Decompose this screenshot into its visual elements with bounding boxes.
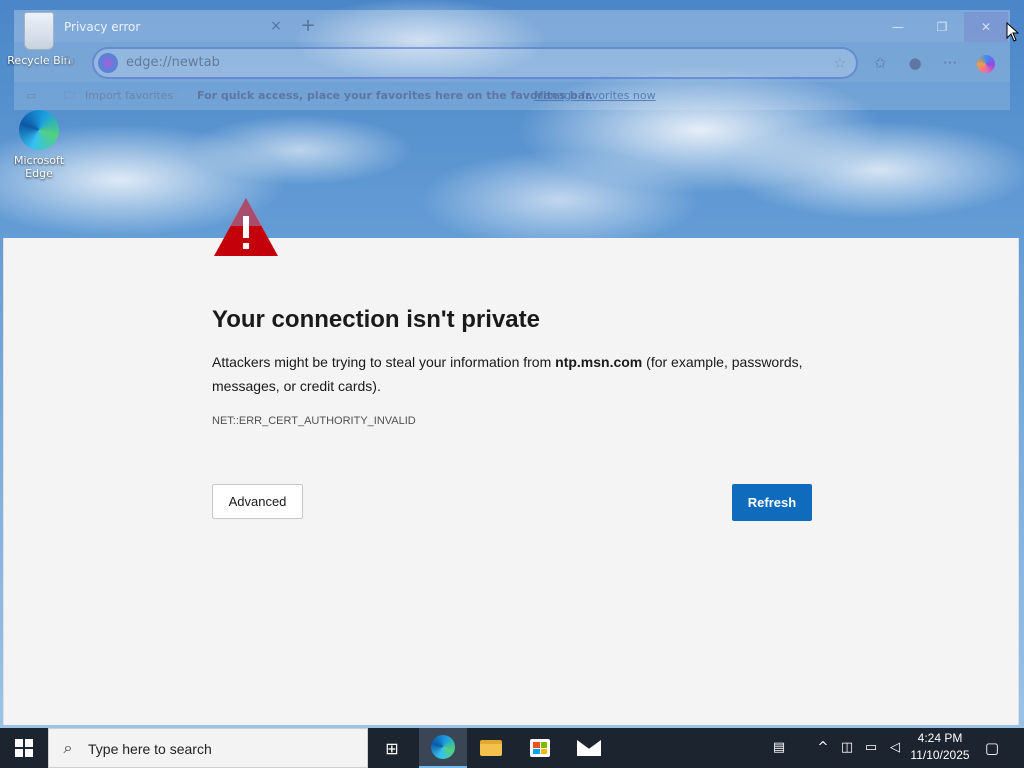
search-icon: ⌕ bbox=[63, 738, 73, 757]
meet-now-icon[interactable]: ◫ bbox=[836, 738, 858, 758]
notification-center-icon[interactable]: ▢ bbox=[980, 738, 1004, 758]
profile-icon[interactable]: ● bbox=[903, 52, 927, 74]
close-window-button[interactable]: ✕ bbox=[964, 12, 1008, 42]
tab-close-icon[interactable]: × bbox=[268, 18, 284, 34]
windows-start-icon bbox=[15, 739, 33, 757]
warning-triangle-icon bbox=[214, 198, 278, 256]
more-options-icon[interactable]: ··· bbox=[938, 52, 962, 74]
error-description: Attackers might be trying to steal your … bbox=[212, 350, 812, 398]
network-icon[interactable]: ▭ bbox=[860, 738, 882, 758]
refresh-button[interactable]: Refresh bbox=[732, 484, 812, 521]
mouse-cursor-icon bbox=[1006, 22, 1020, 42]
news-widget-icon[interactable]: ▤ bbox=[766, 738, 792, 758]
favorites-bar-divider bbox=[182, 90, 183, 102]
taskbar-clock[interactable]: 4:24 PM 11/10/2025 bbox=[904, 730, 976, 766]
clock-date: 11/10/2025 bbox=[910, 748, 970, 762]
search-placeholder[interactable]: Type here to search bbox=[88, 739, 212, 759]
address-url[interactable]: edge://newtab bbox=[126, 54, 220, 72]
description-text: Attackers might be trying to steal your … bbox=[212, 354, 556, 370]
host-name: ntp.msn.com bbox=[555, 354, 643, 370]
import-folder-icon: 🗀 bbox=[64, 89, 75, 102]
show-hidden-icons-chevron-icon[interactable]: ^ bbox=[812, 738, 834, 758]
file-explorer-icon[interactable] bbox=[467, 728, 515, 768]
microsoft-store-icon[interactable] bbox=[516, 728, 564, 768]
favorites-collapse-icon[interactable]: ▭ bbox=[26, 88, 42, 104]
clock-time: 4:24 PM bbox=[917, 731, 963, 745]
mail-icon[interactable] bbox=[565, 728, 613, 768]
copilot-icon[interactable] bbox=[974, 52, 998, 74]
maximize-button[interactable]: ❐ bbox=[920, 12, 964, 42]
new-tab-button[interactable]: + bbox=[298, 16, 318, 36]
tab-title: Privacy error bbox=[64, 20, 141, 34]
import-favorites-link[interactable]: Import favorites bbox=[85, 88, 173, 104]
taskbar-edge-button[interactable] bbox=[419, 728, 467, 768]
edge-icon bbox=[431, 735, 455, 759]
refresh-icon[interactable]: ↻ bbox=[60, 52, 80, 72]
minimize-button[interactable]: — bbox=[876, 12, 920, 42]
site-info-icon[interactable] bbox=[98, 53, 118, 73]
add-favorite-star-icon[interactable]: ☆ bbox=[830, 53, 850, 73]
favorites-icon[interactable]: ✩ bbox=[868, 52, 892, 74]
volume-muted-icon[interactable]: ◁ bbox=[884, 738, 906, 758]
start-button[interactable] bbox=[0, 728, 48, 768]
advanced-button[interactable]: Advanced bbox=[212, 484, 303, 519]
error-code: NET::ERR_CERT_AUTHORITY_INVALID bbox=[212, 415, 416, 427]
tab-privacy-error[interactable]: Privacy error bbox=[52, 14, 292, 40]
manage-favorites-link[interactable]: Manage favorites now bbox=[534, 88, 656, 104]
page-title: Your connection isn't private bbox=[212, 306, 540, 333]
task-view-icon[interactable]: ⊞ bbox=[368, 728, 416, 768]
